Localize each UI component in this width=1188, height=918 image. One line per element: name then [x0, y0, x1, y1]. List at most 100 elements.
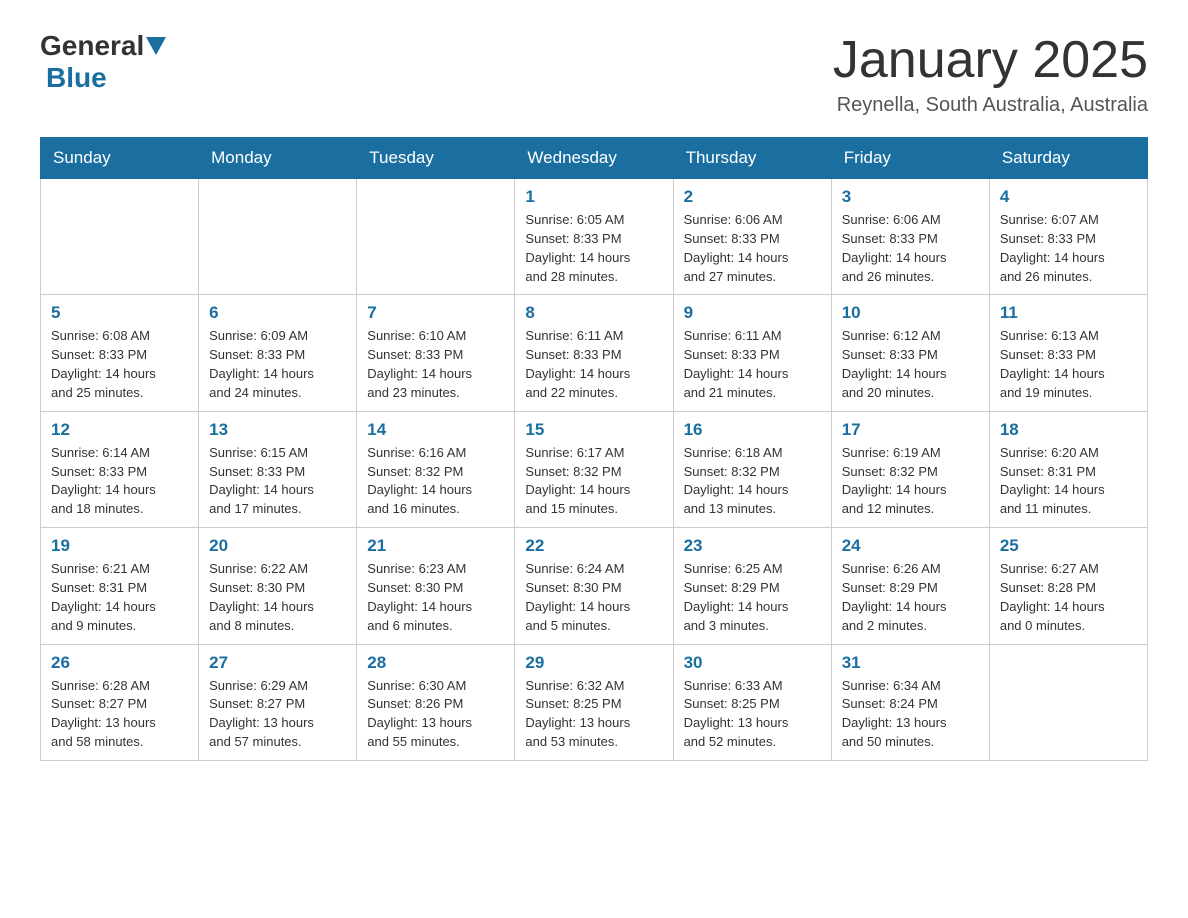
- day-info: Sunrise: 6:20 AMSunset: 8:31 PMDaylight:…: [1000, 444, 1137, 519]
- day-number: 6: [209, 303, 346, 323]
- day-info: Sunrise: 6:05 AMSunset: 8:33 PMDaylight:…: [525, 211, 662, 286]
- day-info: Sunrise: 6:27 AMSunset: 8:28 PMDaylight:…: [1000, 560, 1137, 635]
- day-number: 27: [209, 653, 346, 673]
- day-info: Sunrise: 6:09 AMSunset: 8:33 PMDaylight:…: [209, 327, 346, 402]
- day-number: 22: [525, 536, 662, 556]
- calendar-cell: [199, 179, 357, 295]
- calendar-cell: 15 Sunrise: 6:17 AMSunset: 8:32 PMDayligh…: [515, 411, 673, 527]
- calendar-cell: 6 Sunrise: 6:09 AMSunset: 8:33 PMDaylight…: [199, 295, 357, 411]
- calendar-cell: [41, 179, 199, 295]
- calendar-header-saturday: Saturday: [989, 138, 1147, 179]
- day-info: Sunrise: 6:21 AMSunset: 8:31 PMDaylight:…: [51, 560, 188, 635]
- day-info: Sunrise: 6:30 AMSunset: 8:26 PMDaylight:…: [367, 677, 504, 752]
- day-info: Sunrise: 6:33 AMSunset: 8:25 PMDaylight:…: [684, 677, 821, 752]
- day-info: Sunrise: 6:18 AMSunset: 8:32 PMDaylight:…: [684, 444, 821, 519]
- calendar-cell: 31 Sunrise: 6:34 AMSunset: 8:24 PMDayligh…: [831, 644, 989, 760]
- calendar-cell: 11Sunrise: 6:13 AMSunset: 8:33 PMDayligh…: [989, 295, 1147, 411]
- day-number: 14: [367, 420, 504, 440]
- day-number: 23: [684, 536, 821, 556]
- calendar-cell: 28 Sunrise: 6:30 AMSunset: 8:26 PMDayligh…: [357, 644, 515, 760]
- day-number: 3: [842, 187, 979, 207]
- day-number: 18: [1000, 420, 1137, 440]
- day-info: Sunrise: 6:07 AMSunset: 8:33 PMDaylight:…: [1000, 211, 1137, 286]
- day-number: 16: [684, 420, 821, 440]
- day-number: 8: [525, 303, 662, 323]
- day-info: Sunrise: 6:17 AMSunset: 8:32 PMDaylight:…: [525, 444, 662, 519]
- calendar-cell: [989, 644, 1147, 760]
- day-number: 2: [684, 187, 821, 207]
- day-number: 25: [1000, 536, 1137, 556]
- day-number: 17: [842, 420, 979, 440]
- calendar-cell: 12 Sunrise: 6:14 AMSunset: 8:33 PMDayligh…: [41, 411, 199, 527]
- calendar-subtitle: Reynella, South Australia, Australia: [833, 94, 1148, 117]
- day-info: Sunrise: 6:22 AMSunset: 8:30 PMDaylight:…: [209, 560, 346, 635]
- calendar-cell: 26 Sunrise: 6:28 AMSunset: 8:27 PMDayligh…: [41, 644, 199, 760]
- calendar-cell: 4 Sunrise: 6:07 AMSunset: 8:33 PMDaylight…: [989, 179, 1147, 295]
- day-info: Sunrise: 6:11 AMSunset: 8:33 PMDaylight:…: [525, 327, 662, 402]
- day-number: 15: [525, 420, 662, 440]
- calendar-cell: 5Sunrise: 6:08 AMSunset: 8:33 PMDaylight…: [41, 295, 199, 411]
- day-info: Sunrise: 6:11 AMSunset: 8:33 PMDaylight:…: [684, 327, 821, 402]
- logo-blue-text: Blue: [46, 62, 107, 94]
- day-info: Sunrise: 6:16 AMSunset: 8:32 PMDaylight:…: [367, 444, 504, 519]
- calendar-cell: 10 Sunrise: 6:12 AMSunset: 8:33 PMDayligh…: [831, 295, 989, 411]
- calendar-week-4: 19 Sunrise: 6:21 AMSunset: 8:31 PMDayligh…: [41, 528, 1148, 644]
- calendar-week-3: 12 Sunrise: 6:14 AMSunset: 8:33 PMDayligh…: [41, 411, 1148, 527]
- day-number: 12: [51, 420, 188, 440]
- calendar-header-wednesday: Wednesday: [515, 138, 673, 179]
- day-number: 1: [525, 187, 662, 207]
- day-number: 31: [842, 653, 979, 673]
- day-info: Sunrise: 6:32 AMSunset: 8:25 PMDaylight:…: [525, 677, 662, 752]
- calendar-week-1: 1 Sunrise: 6:05 AMSunset: 8:33 PMDaylight…: [41, 179, 1148, 295]
- calendar-cell: 13 Sunrise: 6:15 AMSunset: 8:33 PMDayligh…: [199, 411, 357, 527]
- calendar-title: January 2025: [833, 30, 1148, 90]
- day-info: Sunrise: 6:25 AMSunset: 8:29 PMDaylight:…: [684, 560, 821, 635]
- calendar-cell: 3 Sunrise: 6:06 AMSunset: 8:33 PMDaylight…: [831, 179, 989, 295]
- calendar-header-tuesday: Tuesday: [357, 138, 515, 179]
- day-info: Sunrise: 6:26 AMSunset: 8:29 PMDaylight:…: [842, 560, 979, 635]
- calendar-cell: [357, 179, 515, 295]
- day-number: 29: [525, 653, 662, 673]
- day-info: Sunrise: 6:28 AMSunset: 8:27 PMDaylight:…: [51, 677, 188, 752]
- day-number: 28: [367, 653, 504, 673]
- day-info: Sunrise: 6:24 AMSunset: 8:30 PMDaylight:…: [525, 560, 662, 635]
- day-info: Sunrise: 6:29 AMSunset: 8:27 PMDaylight:…: [209, 677, 346, 752]
- day-number: 13: [209, 420, 346, 440]
- calendar-cell: 23 Sunrise: 6:25 AMSunset: 8:29 PMDayligh…: [673, 528, 831, 644]
- day-info: Sunrise: 6:34 AMSunset: 8:24 PMDaylight:…: [842, 677, 979, 752]
- calendar-cell: 8 Sunrise: 6:11 AMSunset: 8:33 PMDaylight…: [515, 295, 673, 411]
- calendar-week-5: 26 Sunrise: 6:28 AMSunset: 8:27 PMDayligh…: [41, 644, 1148, 760]
- day-number: 30: [684, 653, 821, 673]
- calendar-cell: 18 Sunrise: 6:20 AMSunset: 8:31 PMDayligh…: [989, 411, 1147, 527]
- calendar-cell: 22 Sunrise: 6:24 AMSunset: 8:30 PMDayligh…: [515, 528, 673, 644]
- day-number: 20: [209, 536, 346, 556]
- day-number: 19: [51, 536, 188, 556]
- day-info: Sunrise: 6:19 AMSunset: 8:32 PMDaylight:…: [842, 444, 979, 519]
- day-info: Sunrise: 6:12 AMSunset: 8:33 PMDaylight:…: [842, 327, 979, 402]
- calendar-header-thursday: Thursday: [673, 138, 831, 179]
- calendar-header-row: SundayMondayTuesdayWednesdayThursdayFrid…: [41, 138, 1148, 179]
- calendar-cell: 29 Sunrise: 6:32 AMSunset: 8:25 PMDayligh…: [515, 644, 673, 760]
- calendar-table: SundayMondayTuesdayWednesdayThursdayFrid…: [40, 137, 1148, 761]
- calendar-cell: 9Sunrise: 6:11 AMSunset: 8:33 PMDaylight…: [673, 295, 831, 411]
- logo-general-text: General: [40, 30, 144, 62]
- calendar-cell: 14 Sunrise: 6:16 AMSunset: 8:32 PMDayligh…: [357, 411, 515, 527]
- day-number: 26: [51, 653, 188, 673]
- day-info: Sunrise: 6:14 AMSunset: 8:33 PMDaylight:…: [51, 444, 188, 519]
- page-header: General Blue January 2025 Reynella, Sout…: [40, 30, 1148, 117]
- calendar-cell: 2Sunrise: 6:06 AMSunset: 8:33 PMDaylight…: [673, 179, 831, 295]
- calendar-cell: 21Sunrise: 6:23 AMSunset: 8:30 PMDayligh…: [357, 528, 515, 644]
- calendar-cell: 30 Sunrise: 6:33 AMSunset: 8:25 PMDayligh…: [673, 644, 831, 760]
- calendar-cell: 25 Sunrise: 6:27 AMSunset: 8:28 PMDayligh…: [989, 528, 1147, 644]
- calendar-header-monday: Monday: [199, 138, 357, 179]
- calendar-cell: 1 Sunrise: 6:05 AMSunset: 8:33 PMDaylight…: [515, 179, 673, 295]
- day-number: 11: [1000, 303, 1137, 323]
- calendar-cell: 19 Sunrise: 6:21 AMSunset: 8:31 PMDayligh…: [41, 528, 199, 644]
- day-number: 21: [367, 536, 504, 556]
- day-number: 24: [842, 536, 979, 556]
- day-info: Sunrise: 6:06 AMSunset: 8:33 PMDaylight:…: [842, 211, 979, 286]
- day-info: Sunrise: 6:10 AMSunset: 8:33 PMDaylight:…: [367, 327, 504, 402]
- day-info: Sunrise: 6:15 AMSunset: 8:33 PMDaylight:…: [209, 444, 346, 519]
- day-number: 10: [842, 303, 979, 323]
- day-number: 4: [1000, 187, 1137, 207]
